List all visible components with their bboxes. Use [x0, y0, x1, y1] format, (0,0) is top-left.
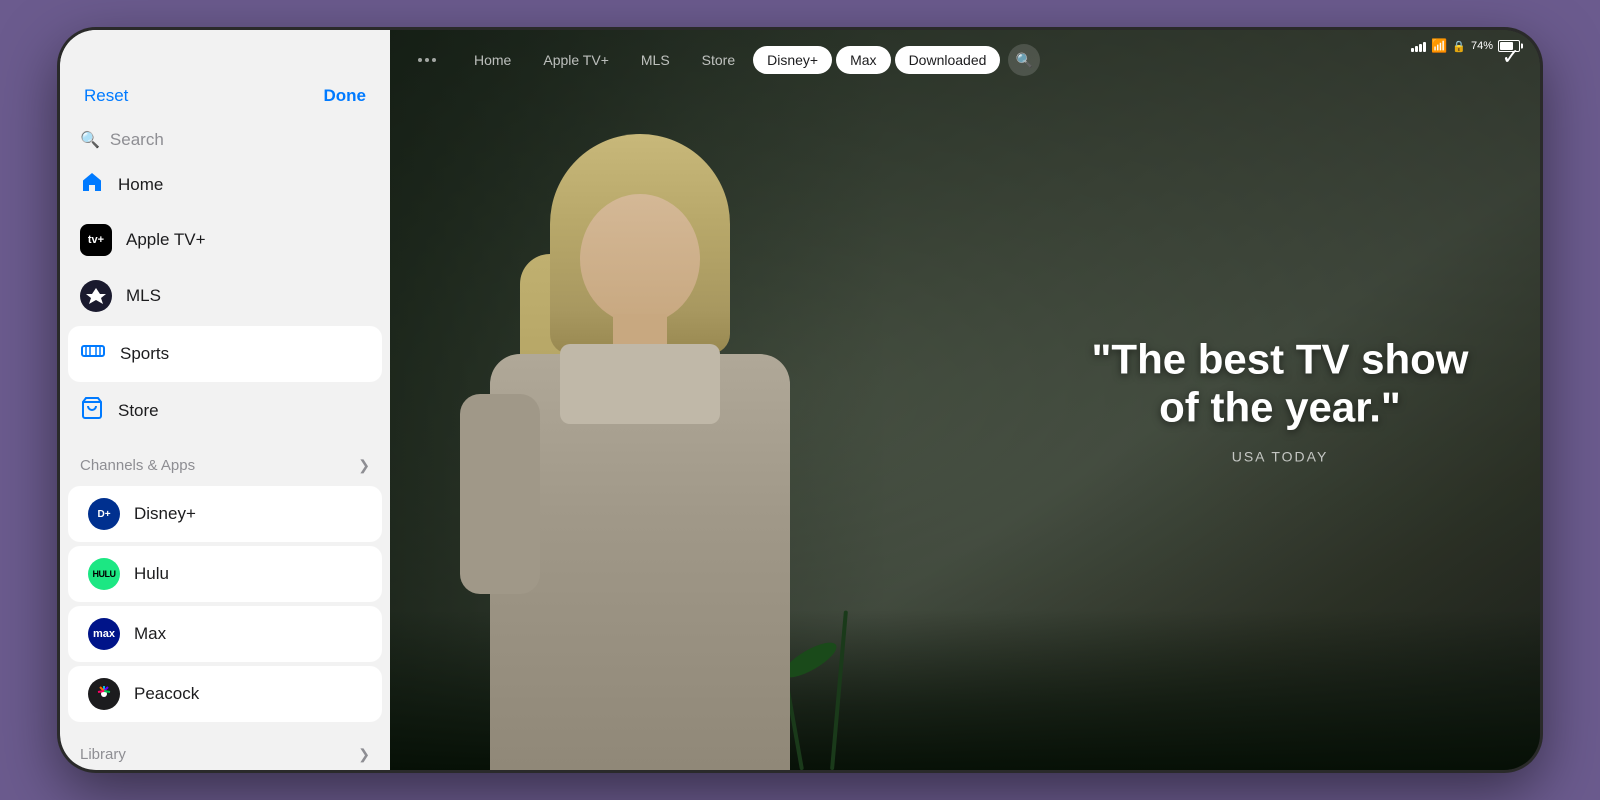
- home-label: Home: [118, 175, 163, 195]
- sports-icon: [80, 338, 106, 370]
- hero-quote: "The best TV show of the year.": [1080, 336, 1480, 433]
- sidebar-item-sports-wrapper: Sports: [68, 326, 382, 382]
- plant-stem-2: [830, 610, 848, 770]
- mls-icon: [80, 280, 112, 312]
- search-icon: 🔍: [80, 130, 100, 150]
- signal-bar-3: [1419, 44, 1422, 52]
- channels-section-header: Channels & Apps ❯: [60, 437, 390, 482]
- sidebar: Reset Done 🔍 Search: [60, 30, 390, 770]
- sidebar-item-store[interactable]: Store: [60, 384, 390, 437]
- figure-left-arm: [460, 394, 540, 594]
- appletv-label: Apple TV+: [126, 230, 206, 250]
- battery-percentage: 74%: [1471, 40, 1493, 52]
- nav-search-button[interactable]: 🔍: [1008, 44, 1040, 76]
- tab-mls[interactable]: MLS: [627, 46, 684, 74]
- sidebar-item-peacock[interactable]: Peacock: [68, 666, 382, 722]
- store-icon: [80, 396, 104, 425]
- battery-icon: [1498, 40, 1520, 52]
- mls-label: MLS: [126, 286, 161, 306]
- sidebar-content: 🔍 Search Home: [60, 122, 390, 770]
- sidebar-item-hulu[interactable]: HULU Hulu: [68, 546, 382, 602]
- home-icon: [80, 170, 104, 200]
- hero-source: USA TODAY: [1080, 448, 1480, 464]
- tab-disney[interactable]: Disney+: [753, 46, 832, 74]
- appletv-icon: tv+: [80, 224, 112, 256]
- library-chevron-icon[interactable]: ❯: [358, 746, 370, 763]
- channels-chevron-icon[interactable]: ❯: [358, 457, 370, 474]
- disney-label: Disney+: [134, 504, 196, 524]
- sidebar-search-item[interactable]: 🔍 Search: [60, 122, 390, 158]
- hulu-label: Hulu: [134, 564, 169, 584]
- wifi-icon: 📶: [1431, 38, 1447, 54]
- device-frame: 📶 🔒 74% Reset Done 🔍: [60, 30, 1540, 770]
- store-label: Store: [118, 401, 159, 421]
- peacock-icon: [88, 678, 120, 710]
- library-section-header: Library ❯: [60, 726, 390, 770]
- figure-collar: [560, 344, 720, 424]
- figure-face: [580, 194, 700, 324]
- sports-label: Sports: [120, 344, 169, 364]
- disney-icon: D+: [88, 498, 120, 530]
- tab-store[interactable]: Store: [688, 46, 749, 74]
- status-bar: 📶 🔒 74%: [1411, 38, 1520, 54]
- max-icon: max: [88, 618, 120, 650]
- reset-button[interactable]: Reset: [84, 86, 128, 106]
- hulu-icon: HULU: [88, 558, 120, 590]
- nav-bar: Home Apple TV+ MLS Store Disney+ Max Dow…: [390, 30, 1540, 90]
- signal-bar-4: [1423, 42, 1426, 52]
- sidebar-item-max[interactable]: max Max: [68, 606, 382, 662]
- tab-home[interactable]: Home: [460, 46, 525, 74]
- device-inner: 📶 🔒 74% Reset Done 🔍: [60, 30, 1540, 770]
- tv-content: Home Apple TV+ MLS Store Disney+ Max Dow…: [390, 30, 1540, 770]
- library-section-label: Library: [80, 746, 126, 763]
- search-label: Search: [110, 130, 164, 150]
- signal-bar-1: [1411, 48, 1414, 52]
- nav-search-icon: 🔍: [1016, 52, 1033, 69]
- sidebar-item-mls[interactable]: MLS: [60, 268, 390, 324]
- nav-items-group: Home tv+ Apple TV+: [60, 158, 390, 437]
- main-content: Reset Done 🔍 Search: [60, 30, 1540, 770]
- tab-downloaded[interactable]: Downloaded: [895, 46, 1001, 74]
- sidebar-item-sports[interactable]: Sports: [68, 326, 382, 382]
- signal-icon: [1411, 40, 1426, 52]
- peacock-label: Peacock: [134, 684, 199, 704]
- hero-text-block: "The best TV show of the year." USA TODA…: [1080, 336, 1480, 465]
- dot-3: [432, 58, 436, 62]
- nav-dots-menu[interactable]: [406, 50, 448, 70]
- dot-1: [418, 58, 422, 62]
- dot-2: [425, 58, 429, 62]
- channels-section-label: Channels & Apps: [80, 457, 195, 474]
- sidebar-item-disney[interactable]: D+ Disney+: [68, 486, 382, 542]
- lock-icon: 🔒: [1452, 40, 1466, 53]
- tab-max[interactable]: Max: [836, 46, 890, 74]
- done-button[interactable]: Done: [324, 86, 367, 106]
- sidebar-item-appletv[interactable]: tv+ Apple TV+: [60, 212, 390, 268]
- tab-appletv[interactable]: Apple TV+: [529, 46, 623, 74]
- battery-fill: [1500, 42, 1513, 50]
- signal-bar-2: [1415, 46, 1418, 52]
- sidebar-header: Reset Done: [60, 30, 390, 122]
- max-label: Max: [134, 624, 166, 644]
- sidebar-item-home[interactable]: Home: [60, 158, 390, 212]
